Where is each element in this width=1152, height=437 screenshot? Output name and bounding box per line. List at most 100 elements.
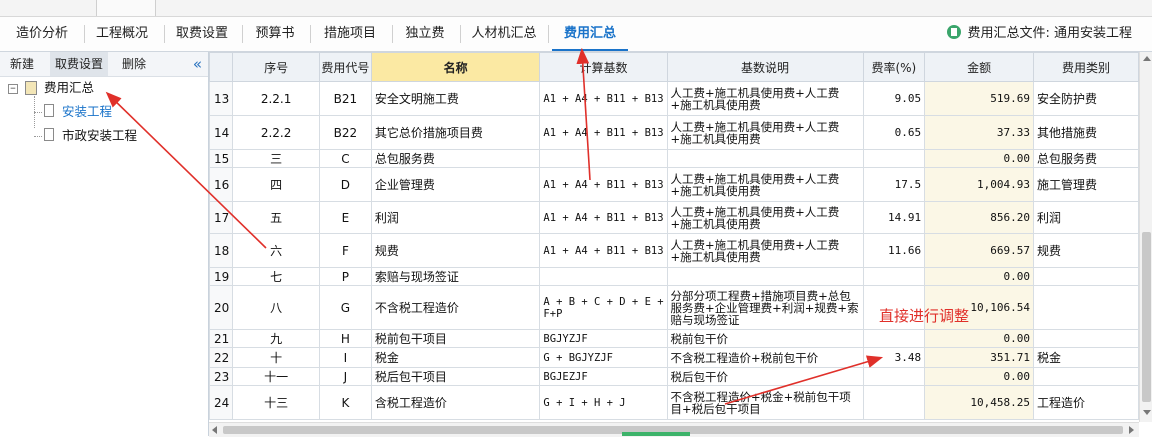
cell-base[interactable]: G + I + H + J <box>539 385 668 420</box>
cell-name[interactable]: 含税工程造价 <box>370 385 541 420</box>
new-button[interactable]: 新建 <box>10 52 34 76</box>
cell-code[interactable]: C <box>318 149 372 168</box>
cell-code[interactable]: I <box>318 347 372 368</box>
table-row[interactable]: 17 五 E 利润 A1 + A4 + B11 + B13 人工费+施工机具使用费+人工费… <box>209 201 1139 234</box>
cell-base[interactable] <box>539 267 668 286</box>
row-index[interactable]: 22 <box>209 347 234 368</box>
cell-base[interactable]: A1 + A4 + B11 + B13 <box>539 115 668 150</box>
cell-seq[interactable]: 八 <box>232 285 320 330</box>
cell-category[interactable] <box>1032 267 1139 286</box>
cell-base-desc[interactable]: 税前包干价 <box>666 329 864 348</box>
cell-rate[interactable]: 9.05 <box>862 81 926 116</box>
cell-category[interactable]: 总包服务费 <box>1032 149 1139 168</box>
tab-fee-settings[interactable]: 取费设置 <box>168 17 236 51</box>
cell-seq[interactable]: 十一 <box>232 367 320 386</box>
cell-name[interactable]: 利润 <box>370 201 541 234</box>
row-index[interactable]: 13 <box>209 81 234 116</box>
scroll-left-icon[interactable] <box>212 426 217 434</box>
cell-category[interactable] <box>1032 329 1139 348</box>
header-code[interactable]: 费用代号 <box>318 52 372 82</box>
cell-name[interactable]: 总包服务费 <box>370 149 541 168</box>
table-row[interactable]: 13 2.2.1 B21 安全文明施工费 A1 + A4 + B11 + B13 人工费+… <box>209 81 1139 116</box>
table-row[interactable]: 15 三 C 总包服务费 0.00 总包服务费 <box>209 149 1139 168</box>
fee-setting-button[interactable]: 取费设置 <box>50 52 109 76</box>
row-index[interactable]: 16 <box>209 167 234 202</box>
cell-seq[interactable]: 2.2.2 <box>232 115 320 150</box>
cell-base-desc[interactable]: 分部分项工程费+措施项目费+总包服务费+企业管理费+利润+规费+索赔与现场签证 <box>666 285 864 330</box>
cell-rate[interactable] <box>862 367 926 386</box>
scroll-down-icon[interactable] <box>1143 410 1151 415</box>
cell-name[interactable]: 不含税工程造价 <box>370 285 541 330</box>
header-base-desc[interactable]: 基数说明 <box>666 52 864 82</box>
cell-category[interactable] <box>1032 367 1139 386</box>
table-row[interactable]: 24 十三 K 含税工程造价 G + I + H + J 不含税工程造价+税金+税前包干项… <box>209 385 1139 420</box>
double-chevron-left-icon[interactable]: « <box>193 52 202 76</box>
tab-measures[interactable]: 措施项目 <box>314 17 386 51</box>
tab-project-overview[interactable]: 工程概况 <box>88 17 156 51</box>
header-amount[interactable]: 金额 <box>924 52 1034 82</box>
cell-category[interactable]: 规费 <box>1032 233 1139 268</box>
tree-node-fee-summary[interactable]: 费用汇总 <box>44 78 94 98</box>
row-index[interactable]: 18 <box>209 233 234 268</box>
cell-name[interactable]: 安全文明施工费 <box>370 81 541 116</box>
cell-category[interactable]: 利润 <box>1032 201 1139 234</box>
cell-category[interactable]: 税金 <box>1032 347 1139 368</box>
row-index[interactable]: 15 <box>209 149 234 168</box>
cell-base[interactable]: A1 + A4 + B11 + B13 <box>539 167 668 202</box>
cell-category[interactable]: 工程造价 <box>1032 385 1139 420</box>
cell-rate[interactable] <box>862 149 926 168</box>
row-index[interactable]: 24 <box>209 385 234 420</box>
cell-name[interactable]: 税后包干项目 <box>370 367 541 386</box>
cell-rate[interactable]: 0.65 <box>862 115 926 150</box>
cell-name[interactable]: 企业管理费 <box>370 167 541 202</box>
cell-amount[interactable]: 37.33 <box>924 115 1034 150</box>
cell-category[interactable]: 施工管理费 <box>1032 167 1139 202</box>
tab-labor-material-summary[interactable]: 人材机汇总 <box>464 17 544 51</box>
collapse-minus-icon[interactable]: − <box>8 84 18 94</box>
delete-button[interactable]: 删除 <box>122 52 146 76</box>
cell-amount[interactable]: 0.00 <box>924 149 1034 168</box>
scroll-up-icon[interactable] <box>1143 56 1151 61</box>
table-row[interactable]: 22 十 I 税金 G + BGJYZJF 不含税工程造价+税前包干价 3.48 351.71… <box>209 347 1139 368</box>
cell-rate[interactable]: 11.66 <box>862 233 926 268</box>
row-index[interactable]: 23 <box>209 367 234 386</box>
cell-base-desc[interactable]: 人工费+施工机具使用费+人工费+施工机具使用费 <box>666 233 864 268</box>
cell-name[interactable]: 规费 <box>370 233 541 268</box>
cell-code[interactable]: F <box>318 233 372 268</box>
cell-base[interactable]: A1 + A4 + B11 + B13 <box>539 81 668 116</box>
cell-code[interactable]: B21 <box>318 81 372 116</box>
cell-base[interactable] <box>539 149 668 168</box>
cell-rate[interactable] <box>862 267 926 286</box>
cell-amount[interactable]: 0.00 <box>924 267 1034 286</box>
cell-seq[interactable]: 五 <box>232 201 320 234</box>
cell-category[interactable] <box>1032 285 1139 330</box>
cell-base[interactable]: A1 + A4 + B11 + B13 <box>539 201 668 234</box>
cell-amount[interactable]: 519.69 <box>924 81 1034 116</box>
table-row[interactable]: 18 六 F 规费 A1 + A4 + B11 + B13 人工费+施工机具使用费+人工费… <box>209 233 1139 268</box>
cell-rate[interactable]: 17.5 <box>862 167 926 202</box>
cell-seq[interactable]: 七 <box>232 267 320 286</box>
cell-seq[interactable]: 四 <box>232 167 320 202</box>
cell-base-desc[interactable]: 人工费+施工机具使用费+人工费+施工机具使用费 <box>666 81 864 116</box>
cell-rate[interactable] <box>862 329 926 348</box>
cell-base[interactable]: A1 + A4 + B11 + B13 <box>539 233 668 268</box>
cell-amount[interactable]: 856.20 <box>924 201 1034 234</box>
cell-code[interactable]: J <box>318 367 372 386</box>
row-index[interactable]: 14 <box>209 115 234 150</box>
header-seq[interactable]: 序号 <box>232 52 320 82</box>
table-row[interactable]: 20 八 G 不含税工程造价 A + B + C + D + E + F+P 分部分项工程… <box>209 285 1139 330</box>
table-row[interactable]: 23 十一 J 税后包干项目 BGJEZJF 税后包干价 0.00 <box>209 367 1139 386</box>
tab-fee-summary[interactable]: 费用汇总 <box>552 17 628 51</box>
cell-amount[interactable]: 669.57 <box>924 233 1034 268</box>
header-rate[interactable]: 费率(%) <box>862 52 926 82</box>
scroll-right-icon[interactable] <box>1129 426 1134 434</box>
cell-base-desc[interactable]: 不含税工程造价+税金+税前包干项目+税后包干项目 <box>666 385 864 420</box>
table-row[interactable]: 21 九 H 税前包干项目 BGJYZJF 税前包干价 0.00 <box>209 329 1139 348</box>
tab-independent-fees[interactable]: 独立费 <box>396 17 454 51</box>
header-base[interactable]: 计算基数 <box>539 52 668 82</box>
header-name[interactable]: 名称 <box>370 52 541 82</box>
cell-name[interactable]: 税金 <box>370 347 541 368</box>
cell-amount[interactable]: 10,458.25 <box>924 385 1034 420</box>
tab-budget[interactable]: 预算书 <box>246 17 304 51</box>
cell-base-desc[interactable]: 人工费+施工机具使用费+人工费+施工机具使用费 <box>666 201 864 234</box>
